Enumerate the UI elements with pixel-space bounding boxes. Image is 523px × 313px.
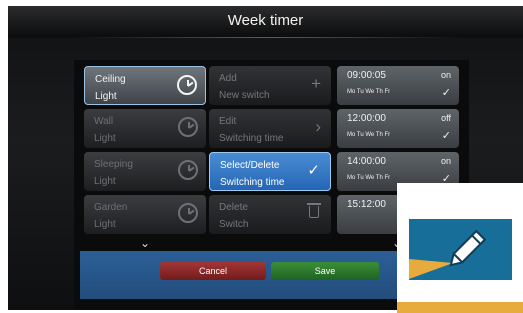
title-bar: Week timer xyxy=(8,6,523,38)
edit-switching-time-button[interactable]: Edit Switching time › xyxy=(209,109,331,148)
action-subtitle: Switching time xyxy=(219,133,284,144)
action-title: Add xyxy=(219,73,237,84)
time-days: Mo Tu We Th Fr xyxy=(347,89,391,95)
check-icon[interactable]: ✓ xyxy=(442,129,451,142)
scroll-down-chevron-icon[interactable]: ⌄ xyxy=(140,236,150,250)
room-tile-garden[interactable]: Garden Light xyxy=(84,195,206,234)
time-state: off xyxy=(441,113,451,123)
room-type: Light xyxy=(94,176,116,187)
room-name: Sleeping xyxy=(94,159,133,170)
check-icon[interactable]: ✓ xyxy=(442,86,451,99)
room-name: Wall xyxy=(94,116,114,127)
room-tile-ceiling[interactable]: Ceiling Light xyxy=(84,66,206,105)
logo-stripe xyxy=(397,302,523,313)
room-type: Light xyxy=(94,133,116,144)
logo-overlay xyxy=(397,183,523,313)
room-name: Garden xyxy=(94,202,128,213)
plus-icon: + xyxy=(311,74,321,93)
time-value: 12:00:00 xyxy=(347,113,386,124)
time-value: 09:00:05 xyxy=(347,70,386,81)
action-subtitle: Switching time xyxy=(220,177,285,188)
save-button[interactable]: Save xyxy=(271,262,379,280)
switching-time-row[interactable]: 09:00:05 on Mo Tu We Th Fr ✓ xyxy=(337,66,459,105)
switching-time-row[interactable]: 12:00:00 off Mo Tu We Th Fr ✓ xyxy=(337,109,459,148)
room-name: Ceiling xyxy=(95,74,126,85)
time-days: Mo Tu We Th Fr xyxy=(347,175,391,181)
time-state: on xyxy=(440,70,451,80)
logo-card xyxy=(409,219,512,280)
trash-icon xyxy=(307,203,321,218)
delete-switch-button[interactable]: Delete Switch xyxy=(209,195,331,234)
clock-icon xyxy=(178,117,198,137)
chevron-right-icon: › xyxy=(315,117,321,136)
time-value: 15:12:00 xyxy=(347,199,386,210)
room-tile-wall[interactable]: Wall Light xyxy=(84,109,206,148)
action-title: Edit xyxy=(219,116,237,127)
clock-icon xyxy=(177,75,197,95)
room-type: Light xyxy=(94,219,116,230)
room-type: Light xyxy=(95,91,117,102)
action-title: Select/Delete xyxy=(220,160,280,171)
cancel-button[interactable]: Cancel xyxy=(160,262,266,280)
check-icon: ✓ xyxy=(307,162,320,179)
time-state: on xyxy=(440,156,451,166)
action-title: Delete xyxy=(219,202,248,213)
clock-icon xyxy=(178,203,198,223)
page-title: Week timer xyxy=(227,12,304,29)
action-subtitle: Switch xyxy=(219,219,249,230)
time-days: Mo Tu We Th Fr xyxy=(347,132,391,138)
room-tile-sleeping[interactable]: Sleeping Light xyxy=(84,152,206,191)
add-switch-button[interactable]: Add New switch + xyxy=(209,66,331,105)
title-divider xyxy=(68,37,468,38)
select-delete-switching-time-button[interactable]: Select/Delete Switching time ✓ xyxy=(209,152,331,191)
clock-icon xyxy=(178,160,198,180)
time-value: 14:00:00 xyxy=(347,156,386,167)
pencil-icon xyxy=(409,229,487,279)
action-subtitle: New switch xyxy=(219,90,270,101)
